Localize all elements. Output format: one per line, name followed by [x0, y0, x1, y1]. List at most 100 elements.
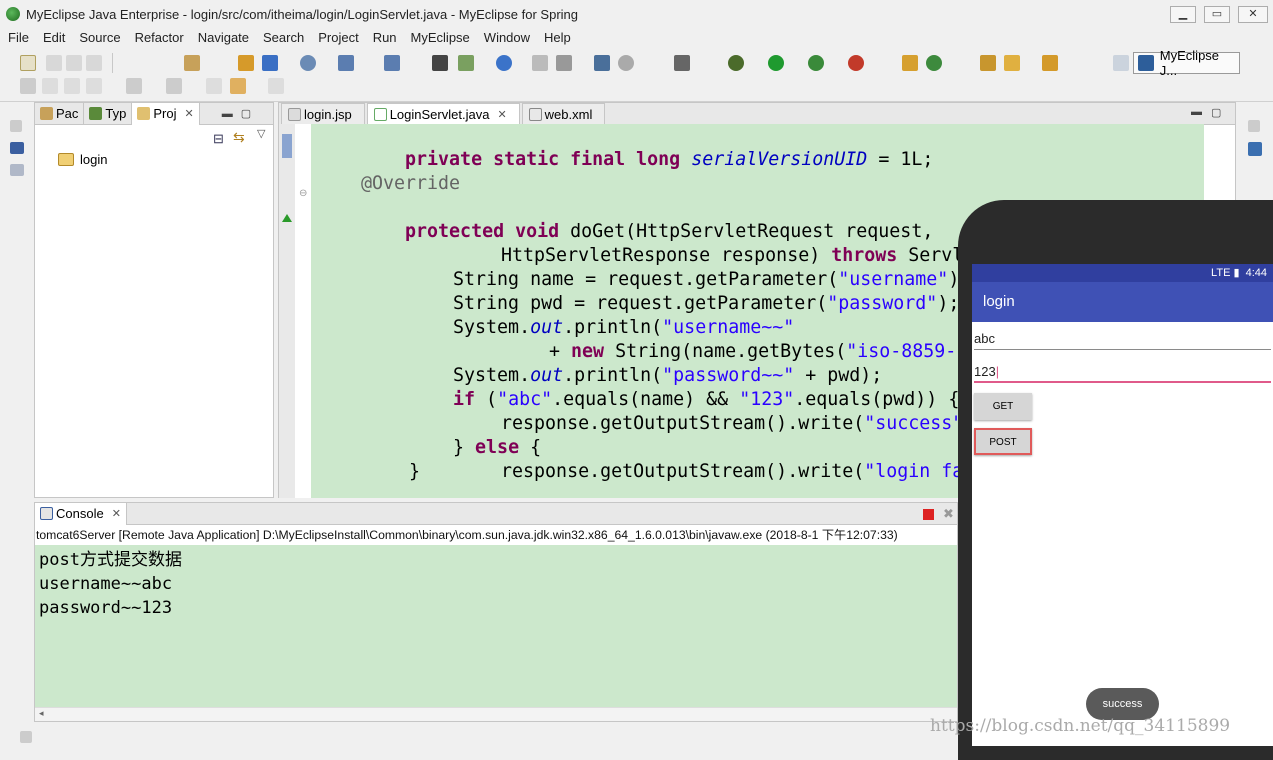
prev-annotation-icon[interactable] [166, 78, 182, 94]
block-icon[interactable] [64, 78, 80, 94]
tab-project-explorer[interactable]: Proj ✕ [132, 102, 200, 125]
web-icon[interactable] [432, 55, 448, 71]
folder-icon[interactable] [1042, 55, 1058, 71]
post-button[interactable]: POST [974, 428, 1032, 455]
perspective-label: MyEclipse J... [1159, 48, 1220, 78]
maximize-panel-icon[interactable]: ▢ [241, 107, 251, 120]
outline-icon[interactable] [10, 164, 24, 176]
console-icon [40, 507, 53, 520]
view-menu-icon[interactable]: ▽ [257, 127, 265, 140]
tab-type-hierarchy[interactable]: Typ [84, 102, 133, 125]
new-server-icon[interactable] [338, 55, 354, 71]
code-line: protected void doGet(HttpServletRequest … [405, 221, 934, 242]
clock: 4:44 [1245, 267, 1267, 279]
rocket-icon[interactable] [1004, 55, 1020, 71]
pilcrow-icon[interactable] [86, 78, 102, 94]
maximize-editor-icon[interactable]: ▢ [1211, 106, 1221, 119]
minimize-button[interactable]: ▁ [1170, 6, 1196, 23]
external-tools-icon[interactable] [848, 55, 864, 71]
tab-console[interactable]: Console ✕ [35, 502, 127, 525]
open-type-icon[interactable] [594, 55, 610, 71]
tools-icon[interactable] [556, 55, 572, 71]
image-icon[interactable] [10, 142, 24, 154]
tree-item-label: login [80, 152, 108, 167]
java-ee-icon[interactable] [458, 55, 474, 71]
save-all-icon[interactable] [66, 55, 82, 71]
server-icon[interactable] [384, 55, 400, 71]
console-output[interactable]: post方式提交数据 username~~abc password~~123 [35, 545, 957, 707]
get-button[interactable]: GET [974, 393, 1032, 420]
run-ext-icon[interactable] [808, 55, 824, 71]
tab-login-jsp[interactable]: login.jsp [281, 103, 365, 124]
restore-icon[interactable] [1248, 120, 1260, 132]
remove-launch-icon[interactable]: ✖ [943, 506, 954, 522]
tab-package-explorer[interactable]: Pac [35, 102, 85, 125]
close-tab-icon[interactable]: ✕ [112, 507, 121, 520]
next-annotation-icon[interactable] [126, 78, 142, 94]
restore-icon[interactable] [10, 120, 22, 132]
new-icon[interactable] [20, 55, 36, 71]
menu-navigate[interactable]: Navigate [198, 30, 249, 45]
code-line: } else { [453, 437, 542, 458]
menu-myeclipse[interactable]: MyEclipse [411, 30, 470, 45]
run-icon[interactable] [768, 55, 784, 71]
watermark: https://blog.csdn.net/qq_34115899 [930, 716, 1231, 736]
console-horizontal-scrollbar[interactable]: ◂ [35, 707, 957, 721]
close-tab-icon[interactable]: ✕ [185, 107, 194, 120]
tab-loginservlet-java[interactable]: LoginServlet.java ✕ [366, 103, 520, 124]
globe-icon[interactable] [496, 55, 512, 71]
open-perspective-icon[interactable] [1113, 55, 1129, 71]
menu-help[interactable]: Help [544, 30, 571, 45]
menu-source[interactable]: Source [79, 30, 120, 45]
minimize-editor-icon[interactable]: ▬ [1191, 106, 1202, 118]
print-icon[interactable] [86, 55, 102, 71]
menu-file[interactable]: File [8, 30, 29, 45]
minimize-panel-icon[interactable]: ▬ [222, 108, 233, 120]
annotation-icon[interactable] [20, 78, 36, 94]
tab-label: Pac [56, 106, 79, 121]
deploy-icon[interactable] [184, 55, 200, 71]
open-folder-icon[interactable] [980, 55, 996, 71]
target-icon[interactable] [618, 55, 634, 71]
close-tab-icon[interactable]: ✕ [497, 108, 506, 121]
perspective-switcher[interactable]: MyEclipse J... [1133, 48, 1240, 78]
report-icon[interactable] [532, 55, 548, 71]
tab-web-xml[interactable]: web.xml [521, 103, 606, 124]
back-icon[interactable] [230, 78, 246, 94]
type-hierarchy-icon [89, 107, 103, 120]
menu-window[interactable]: Window [484, 30, 530, 45]
terminate-icon[interactable] [923, 509, 934, 520]
fast-view-icon[interactable] [20, 731, 32, 743]
menu-search[interactable]: Search [263, 30, 304, 45]
close-button[interactable]: ✕ [1238, 6, 1268, 23]
camera-icon[interactable] [674, 55, 690, 71]
menu-refactor[interactable]: Refactor [135, 30, 184, 45]
mark-icon[interactable] [42, 78, 58, 94]
menu-run[interactable]: Run [373, 30, 397, 45]
status-bar [0, 728, 960, 746]
collapse-all-icon[interactable]: ⊟ [213, 131, 224, 147]
package-blue-icon[interactable] [262, 55, 278, 71]
code-line: + new String(name.getBytes("iso-8859-1 [549, 341, 968, 362]
build-icon[interactable] [300, 55, 316, 71]
menu-project[interactable]: Project [318, 30, 358, 45]
password-input[interactable]: 123| [974, 361, 1271, 383]
username-input[interactable]: abc [974, 328, 1271, 350]
menu-edit[interactable]: Edit [43, 30, 65, 45]
tab-label: Console [56, 506, 104, 521]
code-line: response.getOutputStream().write("login … [501, 461, 964, 482]
debug-icon[interactable] [728, 55, 744, 71]
package-icon[interactable] [238, 55, 254, 71]
title-bar: MyEclipse Java Enterprise - login/src/co… [0, 0, 1273, 28]
forward-icon[interactable] [268, 78, 284, 94]
tree-item-login[interactable]: login [58, 152, 107, 167]
last-edit-icon[interactable] [206, 78, 222, 94]
maximize-button[interactable]: ▭ [1204, 6, 1230, 23]
fold-collapse-icon[interactable]: ⊖ [299, 188, 307, 199]
link-editor-icon[interactable]: ⇆ [233, 129, 245, 146]
new-class-icon[interactable] [926, 55, 942, 71]
code-line: } [409, 461, 421, 482]
new-package-icon[interactable] [902, 55, 918, 71]
outline-view-icon[interactable] [1248, 142, 1262, 156]
save-icon[interactable] [46, 55, 62, 71]
